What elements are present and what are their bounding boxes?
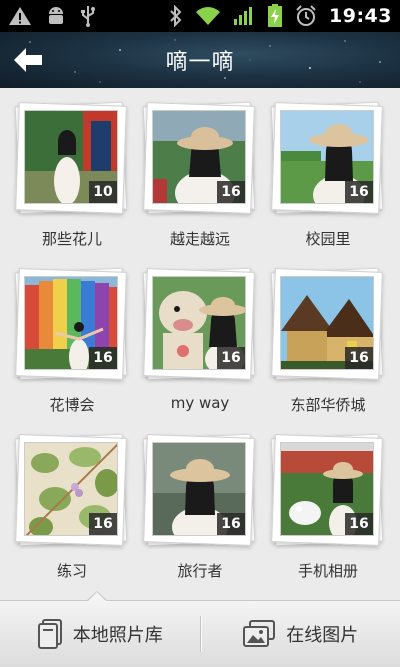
album-item[interactable]: 16 旅行者 <box>142 433 258 594</box>
album-cover-image: 16 <box>280 110 374 204</box>
album-frame: 16 <box>270 267 386 382</box>
album-item[interactable]: 16 东部华侨城 <box>270 267 386 428</box>
album-cover-image: 16 <box>152 110 246 204</box>
back-arrow-icon[interactable] <box>12 46 44 74</box>
photo-count-badge: 10 <box>89 181 117 203</box>
album-frame: 16 <box>142 101 258 216</box>
warning-icon <box>9 7 31 25</box>
album-cover-image: 16 <box>24 276 118 370</box>
album-name: 那些花儿 <box>41 230 102 248</box>
page-title: 嘀一嘀 <box>165 50 235 75</box>
album-cover-image: 16 <box>24 442 118 536</box>
album-item[interactable]: 16 校园里 <box>270 101 386 262</box>
album-item[interactable]: 16 手机相册 <box>270 433 386 594</box>
tab-label: 在线图片 <box>286 625 359 646</box>
photo-count-badge: 16 <box>345 181 373 203</box>
album-name: 旅行者 <box>177 562 223 580</box>
bluetooth-icon <box>170 5 182 27</box>
tab-online-images[interactable]: 在线图片 <box>201 601 400 667</box>
album-cover-image: 16 <box>152 442 246 536</box>
album-cover-image: 16 <box>152 276 246 370</box>
bottom-tab-bar: 本地照片库 在线图片 <box>0 591 400 667</box>
album-name: 越走越远 <box>169 230 230 248</box>
online-gallery-icon <box>243 620 276 647</box>
photo-count-badge: 16 <box>217 347 245 369</box>
album-name: 校园里 <box>305 230 351 248</box>
photo-count-badge: 16 <box>345 347 373 369</box>
signal-icon <box>234 7 253 25</box>
status-bar: 19:43 <box>0 0 400 32</box>
album-item[interactable]: 16 越走越远 <box>142 101 258 262</box>
album-frame: 10 <box>14 101 130 216</box>
wifi-icon <box>196 7 221 25</box>
album-name: my way <box>170 394 230 412</box>
photo-count-badge: 16 <box>217 181 245 203</box>
album-item[interactable]: 16 my way <box>142 267 258 428</box>
alarm-icon <box>296 5 316 26</box>
album-frame: 16 <box>270 433 386 548</box>
album-grid: 10 那些花儿 16 越走越远 16 校园里 16 花博会 16 my way … <box>0 88 400 600</box>
photo-count-badge: 16 <box>345 513 373 535</box>
clock: 19:43 <box>329 5 392 27</box>
album-frame: 16 <box>142 433 258 548</box>
photo-count-badge: 16 <box>217 513 245 535</box>
album-item[interactable]: 16 练习 <box>14 433 130 594</box>
album-name: 花博会 <box>49 396 95 414</box>
album-cover-image: 16 <box>280 442 374 536</box>
album-frame: 16 <box>14 267 130 382</box>
album-frame: 16 <box>270 101 386 216</box>
album-name: 东部华侨城 <box>290 396 366 414</box>
photo-count-badge: 16 <box>89 347 117 369</box>
local-gallery-icon <box>37 619 62 649</box>
album-name: 练习 <box>56 562 87 580</box>
album-frame: 16 <box>14 433 130 548</box>
album-cover-image: 10 <box>24 110 118 204</box>
usb-icon <box>81 6 95 27</box>
album-cover-image: 16 <box>280 276 374 370</box>
album-name: 手机相册 <box>297 562 358 580</box>
photo-count-badge: 16 <box>89 513 117 535</box>
android-debug-icon <box>49 7 63 24</box>
battery-charging-icon <box>268 4 283 27</box>
album-item[interactable]: 16 花博会 <box>14 267 130 428</box>
tab-local-gallery[interactable]: 本地照片库 <box>0 601 200 667</box>
album-item[interactable]: 10 那些花儿 <box>14 101 130 262</box>
album-frame: 16 <box>142 267 258 382</box>
title-bar: 嘀一嘀 <box>0 32 400 88</box>
tab-label: 本地照片库 <box>72 625 163 646</box>
